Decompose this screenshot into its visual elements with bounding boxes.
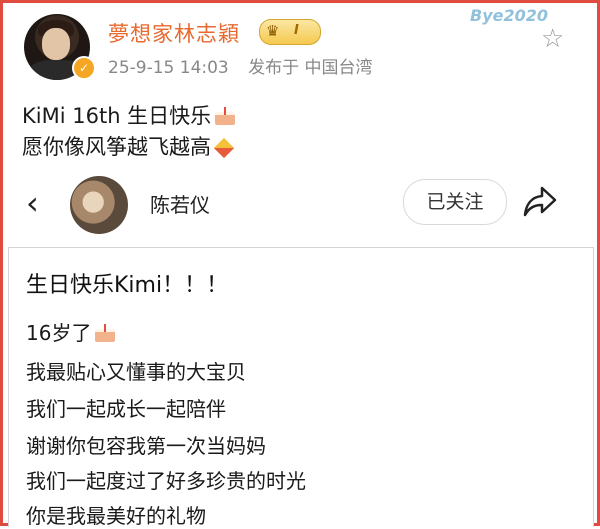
username[interactable]: 夢想家林志穎 [108,18,240,48]
post-text-line: KiMi 16th 生日快乐 [22,100,236,130]
quoted-line: 我们一起成长一起陪伴 [26,397,226,421]
share-icon[interactable] [522,184,558,218]
quoted-line: 我最贴心又懂事的大宝贝 [26,360,246,384]
star-icon[interactable]: ☆ [541,24,564,54]
cake-icon [95,324,116,342]
repost-avatar[interactable] [70,176,128,234]
quoted-title: 生日快乐Kimi！！！ [26,273,229,298]
follow-button[interactable]: 已关注 [403,179,507,225]
badge-level: I [294,23,299,38]
verified-icon: ✓ [72,56,96,80]
quoted-line: 16岁了 [26,317,116,346]
post-meta: 25-9-15 14:03 发布于 中国台湾 [108,53,387,78]
repost-username[interactable]: 陈若仪 [150,189,210,218]
cake-icon [215,107,236,125]
post-location: 发布于 中国台湾 [248,58,373,78]
crown-icon: ♛ [266,22,280,40]
post-text-line2: 愿你像风筝越飞越高 [22,135,211,159]
user-level-badge[interactable]: ♛ I [259,19,321,45]
quoted-line-text: 16岁了 [26,321,92,345]
quoted-line: 我们一起度过了好多珍贵的时光 [26,469,306,493]
post-text-line: 愿你像风筝越飞越高 [22,131,235,161]
post-timestamp: 25-9-15 14:03 [108,58,229,78]
kite-icon [213,137,235,159]
quoted-line: 谢谢你包容我第一次当妈妈 [26,434,266,458]
post-text-line1: KiMi 16th 生日快乐 [22,104,212,128]
chevron-left-icon[interactable]: ‹ [26,184,39,222]
watermark: Bye2020 [470,6,549,25]
quoted-line: 你是我最美好的礼物 [26,504,206,528]
